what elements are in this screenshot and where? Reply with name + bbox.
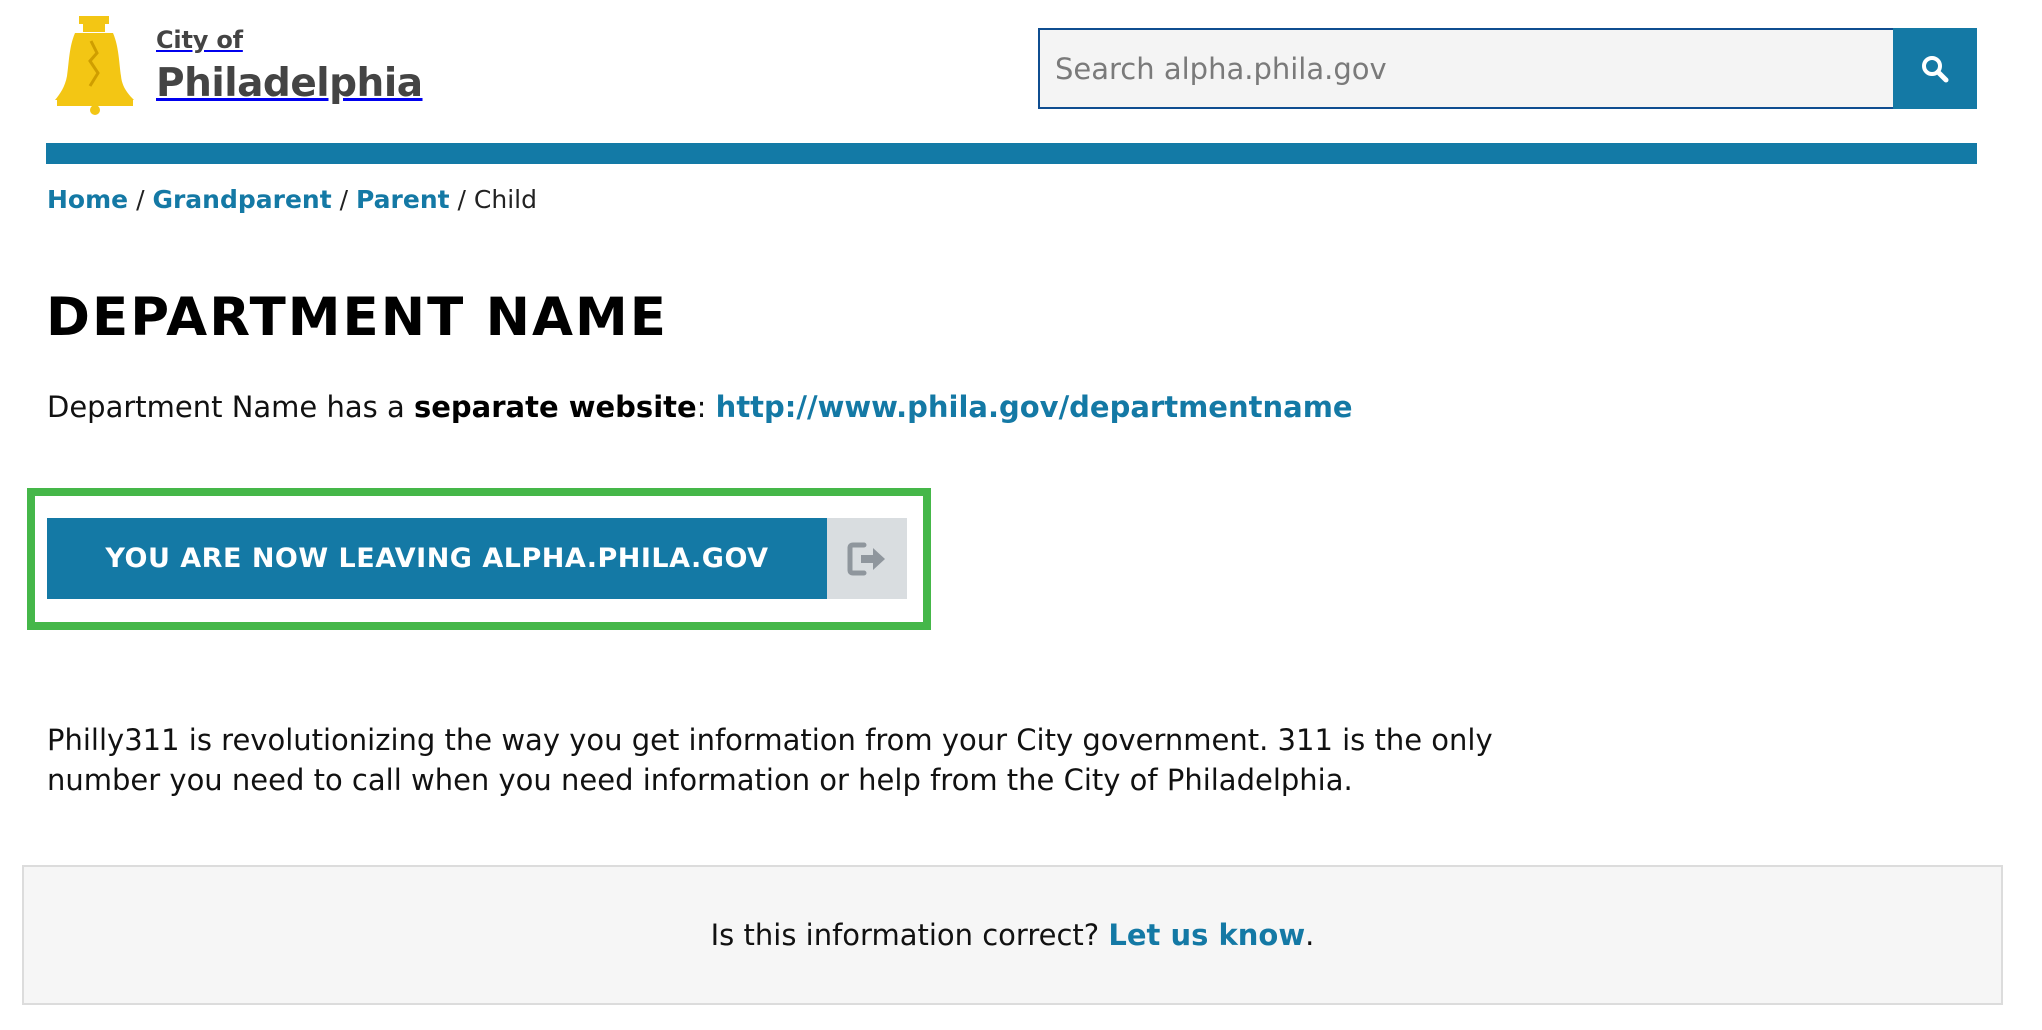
- website-text-colon: :: [696, 390, 716, 424]
- website-text-prefix: Department Name has a: [47, 390, 414, 424]
- external-link-icon: [847, 542, 885, 575]
- page-description: Philly311 is revolutionizing the way you…: [47, 723, 1493, 797]
- breadcrumb-link-home[interactable]: Home: [47, 185, 128, 214]
- breadcrumb-separator: /: [339, 185, 349, 214]
- search-button[interactable]: [1893, 28, 1977, 109]
- breadcrumb-current-child: Child: [473, 185, 537, 214]
- department-website-link[interactable]: http://www.phila.gov/departmentname: [716, 390, 1353, 424]
- search-icon: [1922, 55, 1949, 82]
- logo-big-text: Philadelphia: [156, 61, 423, 106]
- header-divider-bar: [46, 143, 1977, 164]
- leave-site-icon-box: [827, 518, 907, 599]
- logo-text: City of Philadelphia: [156, 28, 423, 103]
- breadcrumb-separator: /: [136, 185, 145, 214]
- logo-small-text: City of: [156, 26, 243, 54]
- city-logo-link[interactable]: City of Philadelphia: [52, 16, 423, 116]
- feedback-text: Is this information correct? Let us know…: [711, 918, 1315, 952]
- breadcrumb-separator: /: [457, 185, 466, 214]
- leave-site-button[interactable]: YOU ARE NOW LEAVING ALPHA.PHILA.GOV: [47, 518, 907, 599]
- liberty-bell-icon: [55, 16, 134, 115]
- search-form: [1038, 28, 1977, 109]
- breadcrumb-link-grandparent[interactable]: Grandparent: [152, 185, 331, 214]
- breadcrumb-link-parent[interactable]: Parent: [356, 185, 450, 214]
- page: City of Philadelphia Home / Grandparent …: [0, 0, 2042, 1030]
- website-text-emphasis: separate website: [413, 390, 697, 424]
- search-input[interactable]: [1038, 28, 1893, 109]
- feedback-suffix: .: [1305, 918, 1315, 952]
- feedback-box: Is this information correct? Let us know…: [22, 865, 2003, 1005]
- breadcrumb: Home / Grandparent / Parent / Child: [47, 185, 537, 215]
- page-title: DEPARTMENT NAME: [46, 287, 669, 348]
- leave-site-button-label: YOU ARE NOW LEAVING ALPHA.PHILA.GOV: [47, 518, 827, 599]
- feedback-link[interactable]: Let us know: [1108, 918, 1305, 952]
- separate-website-text: Department Name has a separate website: …: [47, 389, 1353, 425]
- feedback-question: Is this information correct?: [710, 918, 1109, 952]
